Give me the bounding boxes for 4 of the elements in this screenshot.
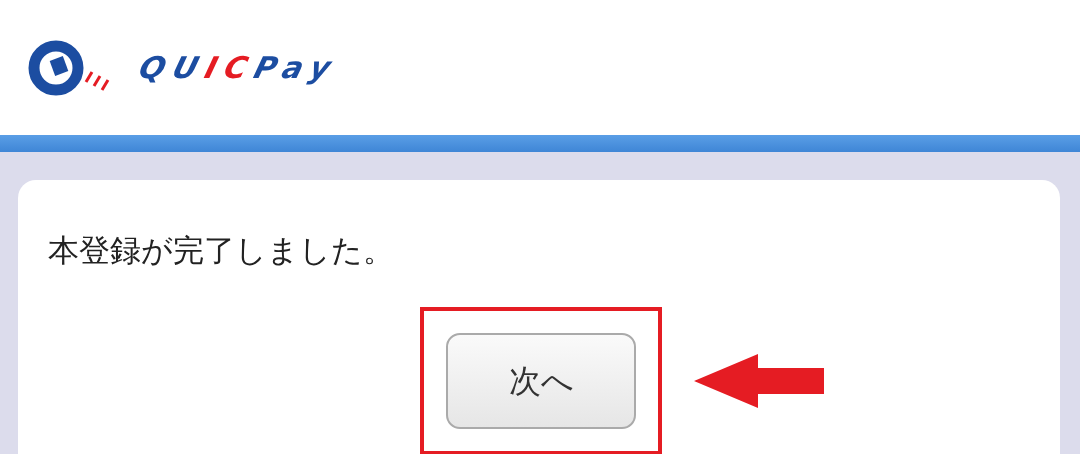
logo-text: QUICPay [134,49,344,87]
completion-message: 本登録が完了しました。 [48,232,394,270]
next-button[interactable]: 次へ [446,333,636,430]
arrow-icon [694,354,824,409]
